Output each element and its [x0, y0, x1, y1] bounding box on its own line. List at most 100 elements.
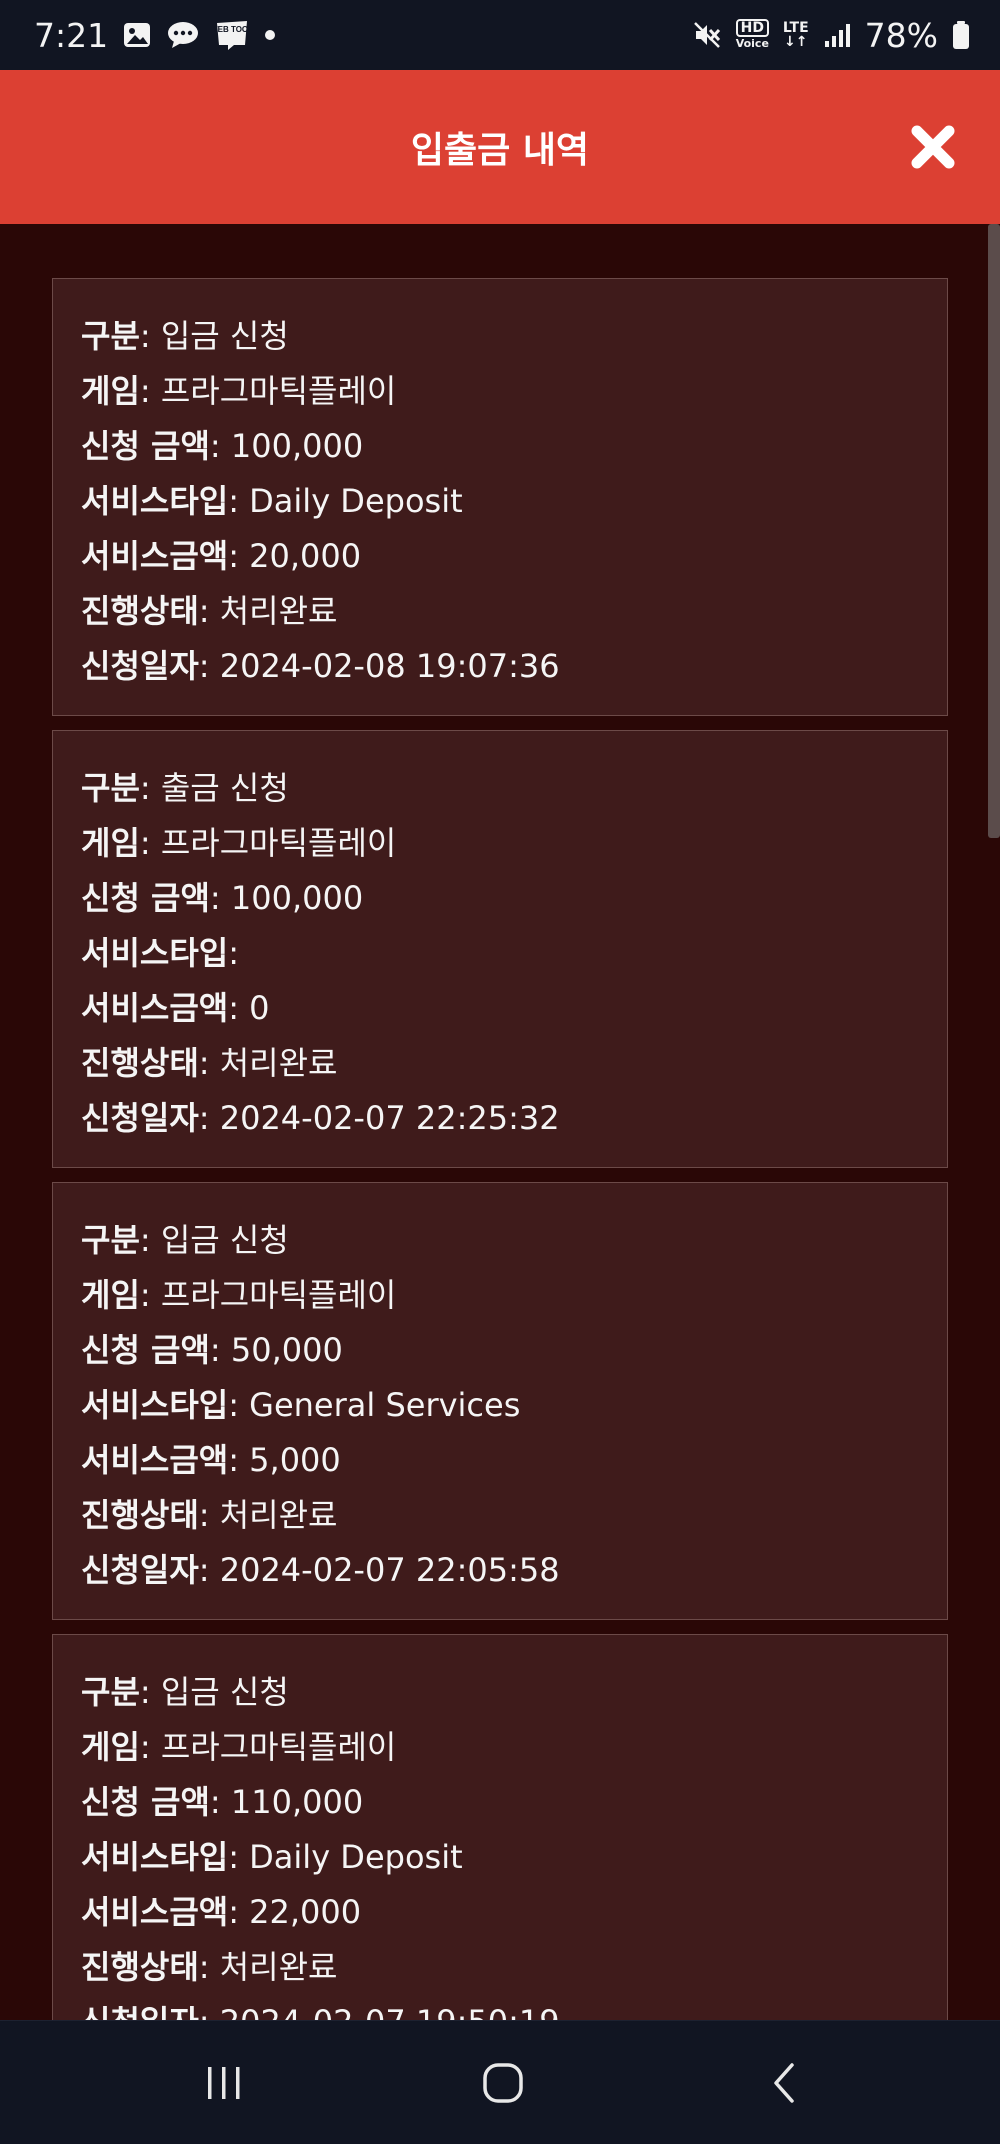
value-status: 처리완료	[219, 1496, 338, 1534]
label-service-type: 서비스타입	[81, 482, 229, 520]
field-game: 게임: 프라그마틱플레이	[81, 824, 397, 862]
back-icon	[774, 2063, 794, 2103]
value-date: 2024-02-08 19:07:36	[219, 647, 560, 685]
recent-apps-icon	[208, 2067, 240, 2099]
signal-icon	[823, 21, 851, 49]
back-button[interactable]	[733, 2041, 833, 2125]
dot-icon	[264, 29, 276, 41]
field-amount: 신청 금액: 110,000	[81, 1783, 364, 1821]
field-service-amount: 서비스금액: 20,000	[81, 537, 362, 575]
label-amount: 신청 금액	[81, 427, 210, 465]
value-game: 프라그마틱플레이	[160, 824, 397, 862]
field-status: 진행상태: 처리완료	[81, 592, 338, 630]
field-amount: 신청 금액: 100,000	[81, 427, 364, 465]
value-status: 처리완료	[219, 1948, 338, 1986]
value-service-type: Daily Deposit	[249, 1838, 463, 1876]
value-game: 프라그마틱플레이	[160, 1728, 397, 1766]
value-date: 2024-02-07 22:25:32	[219, 1099, 560, 1137]
close-icon	[911, 125, 955, 169]
lte-icon: LTE ↓↑	[782, 20, 809, 50]
field-service-amount: 서비스금액: 22,000	[81, 1893, 362, 1931]
field-date: 신청일자: 2024-02-07 19:50:19	[81, 1995, 919, 2020]
label-type: 구분	[81, 769, 140, 807]
value-service-amount: 0	[249, 989, 270, 1027]
field-status: 진행상태: 처리완료	[81, 1496, 338, 1534]
scrollbar-thumb[interactable]	[988, 224, 1000, 838]
field-date: 신청일자: 2024-02-08 19:07:36	[81, 647, 560, 685]
status-left: 7:21 WEB TOON	[34, 0, 276, 70]
label-date: 신청일자	[81, 647, 199, 685]
list-item: 구분: 입금 신청 게임: 프라그마틱플레이 신청 금액: 50,000 서비스…	[52, 1182, 948, 1620]
field-service-type: 서비스타입: Daily Deposit	[81, 482, 463, 520]
home-icon	[483, 2063, 523, 2103]
value-status: 처리완료	[219, 592, 338, 630]
list-item: 구분: 입금 신청 게임: 프라그마틱플레이 신청 금액: 110,000 서비…	[52, 1634, 948, 2020]
label-type: 구분	[81, 1673, 140, 1711]
status-right: HD Voice LTE ↓↑ 78%	[692, 0, 970, 70]
field-date: 신청일자: 2024-02-07 22:05:58	[81, 1551, 560, 1589]
label-status: 진행상태	[81, 1044, 199, 1082]
webtoon-icon: WEB TOON	[214, 19, 250, 51]
label-game: 게임	[81, 1276, 140, 1314]
value-date: 2024-02-07 19:50:19	[220, 2003, 560, 2020]
system-nav-bar	[0, 2020, 1000, 2144]
value-game: 프라그마틱플레이	[160, 372, 397, 410]
label-service-amount: 서비스금액	[81, 537, 229, 575]
list-item: 구분: 입금 신청 게임: 프라그마틱플레이 신청 금액: 100,000 서비…	[52, 278, 948, 716]
value-service-type: Daily Deposit	[249, 482, 463, 520]
value-service-amount: 22,000	[249, 1893, 362, 1931]
value-status: 처리완료	[219, 1044, 338, 1082]
label-amount: 신청 금액	[81, 1783, 210, 1821]
value-date: 2024-02-07 22:05:58	[219, 1551, 560, 1589]
list-item: 구분: 출금 신청 게임: 프라그마틱플레이 신청 금액: 100,000 서비…	[52, 730, 948, 1168]
value-service-type: General Services	[249, 1386, 521, 1424]
close-button[interactable]	[906, 120, 960, 174]
label-date: 신청일자	[81, 2003, 199, 2020]
field-status: 진행상태: 처리완료	[81, 1044, 338, 1082]
label-date: 신청일자	[81, 1551, 199, 1589]
label-game: 게임	[81, 372, 140, 410]
field-service-type: 서비스타입:	[81, 934, 239, 972]
field-type: 구분: 출금 신청	[81, 769, 289, 807]
value-amount: 100,000	[230, 879, 364, 917]
value-amount: 100,000	[230, 427, 364, 465]
label-service-type: 서비스타입	[81, 934, 229, 972]
field-type: 구분: 입금 신청	[81, 1221, 289, 1259]
mute-icon	[692, 20, 722, 50]
value-amount: 50,000	[230, 1331, 343, 1369]
chat-bubble-icon	[166, 20, 200, 50]
label-game: 게임	[81, 824, 140, 862]
label-status: 진행상태	[81, 1496, 199, 1534]
hd-voice-icon: HD Voice	[735, 19, 769, 51]
field-type: 구분: 입금 신청	[81, 1673, 289, 1711]
label-amount: 신청 금액	[81, 879, 210, 917]
home-button[interactable]	[453, 2041, 553, 2125]
status-bar: 7:21 WEB TOON	[0, 0, 1000, 70]
page-title: 입출금 내역	[410, 130, 590, 171]
lte-label: LTE	[782, 20, 809, 36]
field-game: 게임: 프라그마틱플레이	[81, 1728, 397, 1766]
label-service-amount: 서비스금액	[81, 1441, 229, 1479]
hd-label: HD	[735, 19, 769, 37]
field-game: 게임: 프라그마틱플레이	[81, 372, 397, 410]
label-game: 게임	[81, 1728, 140, 1766]
webtoon-label-top: WEB TOON	[214, 25, 250, 34]
value-game: 프라그마틱플레이	[160, 1276, 397, 1314]
label-service-type: 서비스타입	[81, 1386, 229, 1424]
value-amount: 110,000	[230, 1783, 364, 1821]
field-service-type: 서비스타입: General Services	[81, 1386, 521, 1424]
label-type: 구분	[81, 317, 140, 355]
value-type: 입금 신청	[160, 317, 289, 355]
battery-icon	[952, 20, 970, 50]
recent-apps-button[interactable]	[174, 2041, 274, 2125]
label-type: 구분	[81, 1221, 140, 1259]
transaction-list[interactable]: 구분: 입금 신청 게임: 프라그마틱플레이 신청 금액: 100,000 서비…	[0, 224, 1000, 2020]
field-service-amount: 서비스금액: 0	[81, 989, 270, 1027]
label-amount: 신청 금액	[81, 1331, 210, 1369]
label-date: 신청일자	[81, 1099, 199, 1137]
field-status: 진행상태: 처리완료	[81, 1948, 338, 1986]
field-amount: 신청 금액: 100,000	[81, 879, 364, 917]
label-status: 진행상태	[81, 1948, 199, 1986]
field-amount: 신청 금액: 50,000	[81, 1331, 343, 1369]
label-status: 진행상태	[81, 592, 199, 630]
